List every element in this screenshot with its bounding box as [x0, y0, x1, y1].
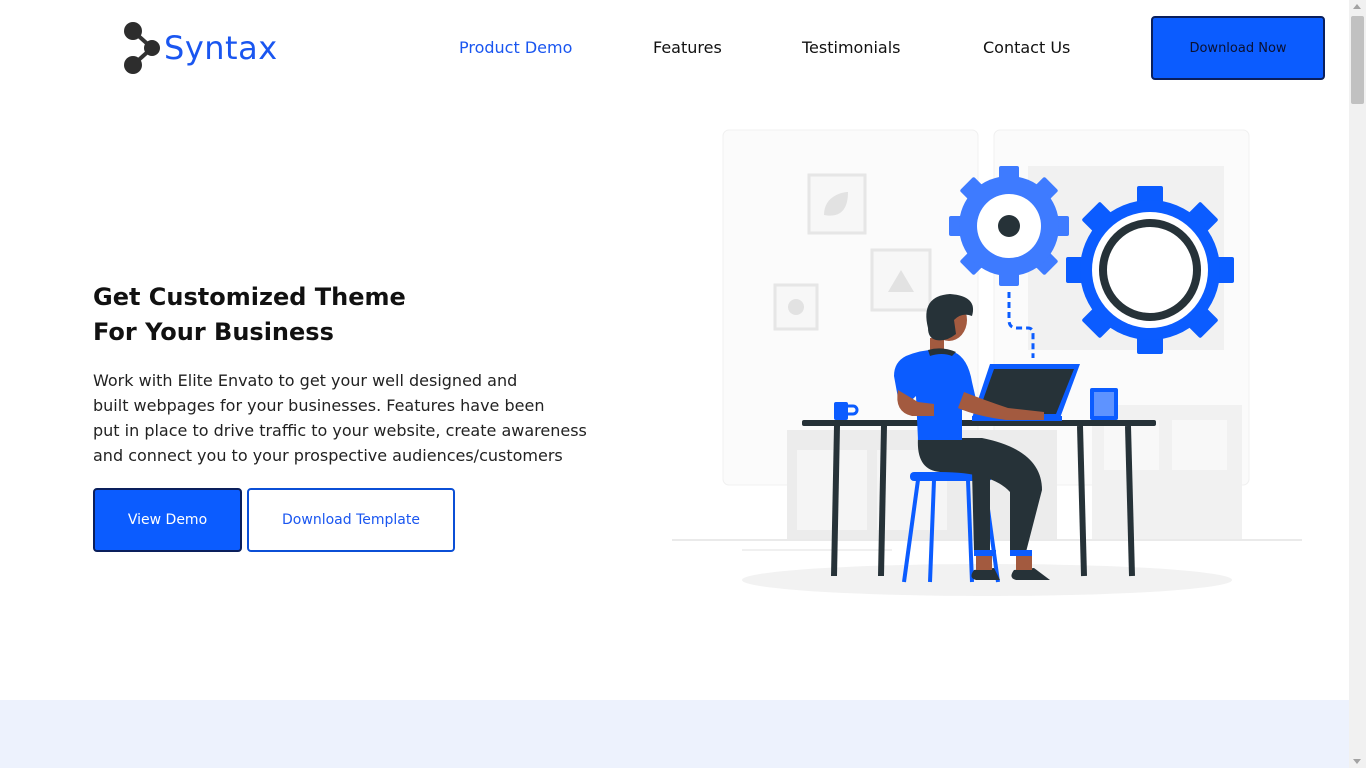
developer-at-desk-with-gears-illustration: [672, 129, 1302, 596]
nav-item-product-demo[interactable]: Product Demo: [459, 38, 572, 57]
hero-description-line: Work with Elite Envato to get your well …: [93, 371, 518, 390]
view-demo-button[interactable]: View Demo: [93, 488, 242, 552]
download-now-button[interactable]: Download Now: [1151, 16, 1325, 80]
scroll-thumb[interactable]: [1351, 16, 1364, 104]
brand-logo[interactable]: Syntax: [122, 20, 278, 76]
nav-item-contact-us[interactable]: Contact Us: [983, 38, 1070, 57]
nav-item-features[interactable]: Features: [653, 38, 722, 57]
brand-name: Syntax: [164, 29, 278, 67]
landing-page: Syntax Product Demo Features Testimonial…: [0, 0, 1349, 768]
scroll-up-arrow-icon[interactable]: [1353, 4, 1361, 9]
hero-description-line: built webpages for your businesses. Feat…: [93, 396, 545, 415]
hero-description: Work with Elite Envato to get your well …: [93, 368, 613, 468]
hero-title: Get Customized Theme For Your Business: [93, 280, 513, 350]
features-section-band: [0, 700, 1349, 768]
download-template-button[interactable]: Download Template: [247, 488, 455, 552]
hero-description-line: and connect you to your prospective audi…: [93, 446, 563, 465]
hero-title-line-1: Get Customized Theme: [93, 283, 406, 311]
hero-description-line: put in place to drive traffic to your we…: [93, 421, 587, 440]
molecule-icon: [124, 22, 160, 74]
scroll-down-arrow-icon[interactable]: [1353, 759, 1361, 764]
hero-title-line-2: For Your Business: [93, 318, 334, 346]
nav-item-testimonials[interactable]: Testimonials: [802, 38, 901, 57]
page-scrollbar[interactable]: [1349, 0, 1366, 768]
